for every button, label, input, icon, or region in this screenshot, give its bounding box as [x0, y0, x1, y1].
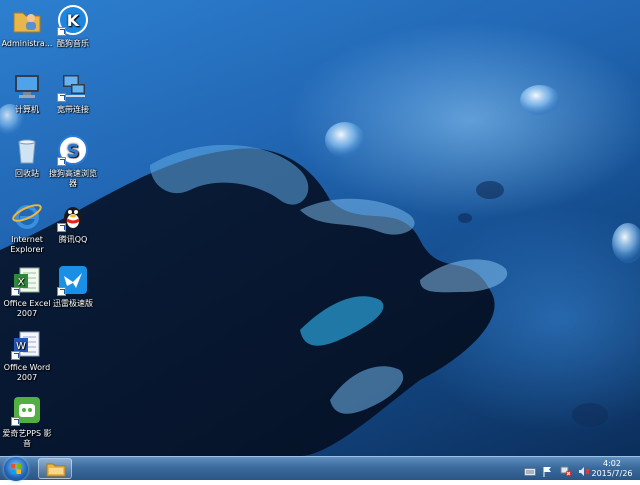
taskbar-explorer-button[interactable]	[38, 458, 72, 479]
sogou-browser-icon: S	[57, 134, 89, 166]
shortcut-arrow-icon	[11, 287, 20, 296]
system-tray	[524, 462, 590, 477]
kugou-icon: K	[57, 4, 89, 36]
windows-logo-icon	[11, 464, 21, 474]
desktop-icon-label: 宽带连接	[57, 105, 89, 114]
shortcut-arrow-icon	[57, 93, 66, 102]
shortcut-arrow-icon	[57, 27, 66, 36]
desktop-icon-label: 腾讯QQ	[58, 235, 88, 244]
shortcut-arrow-icon	[57, 157, 66, 166]
desktop-icon-sogou-browser[interactable]: S 搜狗高速浏览器	[46, 132, 100, 196]
desktop-icon-label: Office Word 2007	[3, 363, 51, 382]
shortcut-arrow-icon	[11, 417, 20, 426]
iqiyi-icon	[11, 394, 43, 426]
desktop-icon-office-word[interactable]: W Office Word 2007	[0, 326, 54, 390]
computer-icon	[11, 70, 43, 102]
network-error-icon[interactable]	[560, 462, 572, 477]
xunlei-bird-icon	[57, 264, 89, 296]
keyboard-icon[interactable]	[524, 462, 536, 476]
taskbar: 4:02 2015/7/26	[0, 456, 640, 481]
desktop-icon-tencent-qq[interactable]: 腾讯QQ	[46, 198, 100, 262]
desktop-icon-label: 爱奇艺PPS 影音	[2, 429, 52, 448]
svg-text:K: K	[67, 11, 80, 30]
action-center-flag-icon[interactable]	[542, 462, 554, 477]
shortcut-arrow-icon	[57, 223, 66, 232]
desktop-icon-label: 迅雷极速版	[53, 299, 93, 308]
network-connection-icon	[57, 70, 89, 102]
internet-explorer-icon	[11, 200, 43, 232]
desktop-icon-xunlei[interactable]: 迅雷极速版	[46, 262, 100, 326]
desktop: Administra... 计算机 回收站 Internet Explorer …	[0, 0, 640, 456]
desktop-icon-label: 搜狗高速浏览器	[49, 169, 97, 188]
volume-muted-icon[interactable]	[578, 462, 590, 476]
shortcut-arrow-icon	[57, 287, 66, 296]
desktop-icon-label: 酷狗音乐	[57, 39, 89, 48]
qq-penguin-icon	[57, 200, 89, 232]
start-button[interactable]	[4, 457, 28, 481]
svg-text:S: S	[67, 141, 80, 162]
clock-time: 4:02	[603, 459, 621, 468]
recycle-bin-icon	[11, 134, 43, 166]
desktop-icon-broadband-connection[interactable]: 宽带连接	[46, 68, 100, 132]
user-folder-icon	[11, 4, 43, 36]
desktop-icon-kugou-music[interactable]: K 酷狗音乐	[46, 2, 100, 66]
folder-icon	[46, 463, 66, 477]
desktop-icon-iqiyi-pps[interactable]: 爱奇艺PPS 影音	[0, 392, 54, 456]
clock-date: 2015/7/26	[591, 469, 633, 478]
shortcut-arrow-icon	[11, 351, 20, 360]
word-icon: W	[11, 328, 43, 360]
excel-icon: X	[11, 264, 43, 296]
taskbar-clock[interactable]: 4:02 2015/7/26	[590, 459, 634, 479]
